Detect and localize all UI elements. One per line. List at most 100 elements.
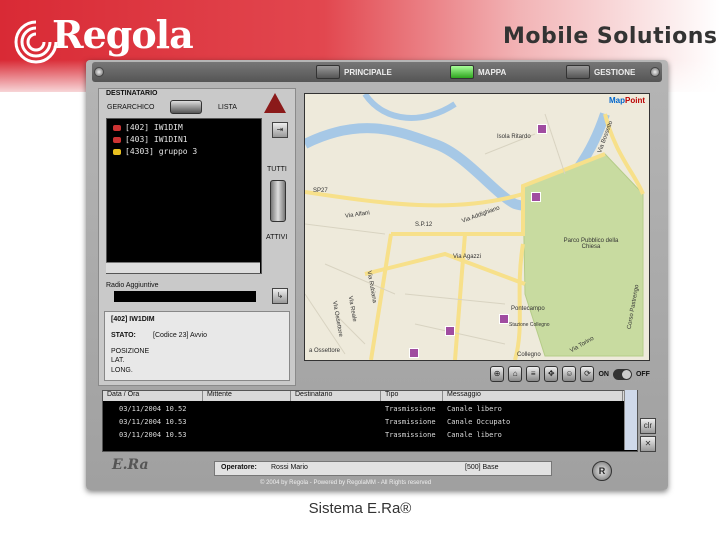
column-header[interactable]: Tipo bbox=[381, 391, 443, 401]
recipient-tree[interactable]: [402] IW1DIM [403] IW1DIN1 [4303] gruppo… bbox=[106, 118, 262, 274]
caption: Sistema E.Ra® bbox=[308, 500, 412, 517]
group-icon bbox=[113, 148, 121, 155]
position-label: POSIZIONE bbox=[111, 348, 150, 355]
table-cell: 03/11/2004 10.53 bbox=[119, 431, 187, 439]
toggle-label-list: LISTA bbox=[218, 104, 237, 111]
tab-gestione-label: GESTIONE bbox=[594, 67, 636, 77]
map-label: SP27 bbox=[313, 188, 328, 194]
table-cell: Trasmissione bbox=[385, 431, 436, 439]
tab-gestione[interactable]: GESTIONE bbox=[566, 64, 635, 80]
table-row[interactable]: 03/11/2004 10.52 Trasmissione Canale lib… bbox=[103, 405, 637, 417]
table-cell bbox=[203, 405, 291, 417]
column-header[interactable]: Messaggio bbox=[443, 391, 623, 401]
radio-label: Radio Aggiuntive bbox=[106, 282, 159, 289]
status-bar: Operatore: Rossi Mario [500] Base bbox=[214, 461, 552, 476]
column-header[interactable]: Destinatario bbox=[291, 391, 381, 401]
tab-led-icon bbox=[566, 65, 590, 79]
filter-active-label: ATTIVI bbox=[266, 234, 288, 241]
close-icon[interactable]: ✕ bbox=[640, 436, 656, 452]
messages-scrollbar[interactable] bbox=[624, 390, 637, 450]
pan-icon[interactable]: ✥ bbox=[544, 366, 559, 382]
tree-item-label: [403] IW1DIN1 bbox=[125, 135, 188, 144]
poi-icon bbox=[531, 192, 541, 202]
table-cell: Trasmissione bbox=[385, 418, 436, 426]
canal bbox=[362, 94, 457, 121]
map-label: Pontecampo bbox=[511, 306, 545, 312]
map-view[interactable]: MapPoint Isola Ritardo Via Bossetto SP27… bbox=[304, 93, 650, 361]
radio-unit-icon bbox=[113, 124, 121, 131]
lat-label: LAT. bbox=[111, 357, 125, 364]
table-cell bbox=[291, 418, 381, 430]
map-brand-b: Point bbox=[625, 96, 645, 105]
poi-icon bbox=[537, 124, 547, 134]
table-cell bbox=[203, 431, 291, 443]
alarm-triangle-icon[interactable] bbox=[264, 93, 286, 113]
toggle-label-hierarchical: GERARCHICO bbox=[107, 104, 155, 111]
radio-add-button[interactable]: ↳ bbox=[272, 288, 288, 304]
table-cell: Canale libero bbox=[447, 431, 502, 439]
operator-label: Operatore: bbox=[221, 464, 257, 471]
tree-item[interactable]: [403] IW1DIN1 bbox=[113, 135, 188, 144]
map-label: Isola Ritardo bbox=[497, 134, 531, 140]
tree-item-label: [402] IW1DIM bbox=[125, 123, 183, 132]
filter-slider[interactable] bbox=[270, 180, 286, 222]
radio-field[interactable] bbox=[114, 291, 256, 302]
map-controls: ⊕ ⌂ ≡ ✥ ☺ ⟳ ON OFF bbox=[490, 366, 650, 382]
map-label: Parco Pubblico della Chiesa bbox=[563, 238, 619, 250]
table-cell: Canale libero bbox=[447, 405, 502, 413]
table-row[interactable]: 03/11/2004 10.53 Trasmissione Canale lib… bbox=[103, 431, 637, 443]
table-cell: Trasmissione bbox=[385, 405, 436, 413]
zoom-in-icon[interactable]: ⊕ bbox=[490, 366, 505, 382]
poi-icon bbox=[499, 314, 509, 324]
filter-all-label: TUTTI bbox=[267, 166, 287, 173]
table-row[interactable]: 03/11/2004 10.53 Trasmissione Canale Occ… bbox=[103, 418, 637, 430]
status-label: STATO: bbox=[111, 332, 136, 339]
base-label: [500] Base bbox=[465, 464, 499, 471]
status-value: [Codice 23] Avvio bbox=[153, 332, 207, 339]
tagline: Mobile Solutions bbox=[503, 24, 718, 49]
tree-item[interactable]: [402] IW1DIM bbox=[113, 123, 183, 132]
table-cell: 03/11/2004 10.52 bbox=[119, 405, 187, 413]
table-cell bbox=[291, 405, 381, 417]
radio-unit-icon bbox=[113, 136, 121, 143]
map-label: S.P.12 bbox=[415, 222, 433, 228]
copyright: © 2004 by Regola - Powered by RegolaMM -… bbox=[260, 480, 432, 486]
tab-mappa[interactable]: MAPPA bbox=[450, 64, 506, 80]
column-header[interactable]: Data / Ora bbox=[103, 391, 203, 401]
map-brand: MapPoint bbox=[609, 96, 645, 105]
unit-title: [402] IW1DIM bbox=[111, 316, 155, 323]
screw-icon bbox=[94, 67, 104, 77]
column-header[interactable]: Mittente bbox=[203, 391, 291, 401]
unit-info-box: [402] IW1DIM STATO: [Codice 23] Avvio PO… bbox=[104, 311, 290, 381]
tab-led-icon bbox=[316, 65, 340, 79]
table-header: Data / Ora Mittente Destinatario Tipo Me… bbox=[103, 391, 637, 401]
map-off-label: OFF bbox=[635, 370, 650, 378]
tab-mappa-label: MAPPA bbox=[478, 67, 507, 77]
table-cell: 03/11/2004 10.53 bbox=[119, 418, 187, 426]
layers-icon[interactable]: ≡ bbox=[526, 366, 541, 382]
brand-logo: Regola bbox=[52, 12, 194, 57]
tab-principale-label: PRINCIPALE bbox=[344, 67, 392, 77]
expand-button[interactable]: ⇥ bbox=[272, 122, 288, 138]
clear-button[interactable]: clr bbox=[640, 418, 656, 434]
recipient-title: DESTINATARIO bbox=[106, 90, 158, 97]
map-label: a Ossettore bbox=[309, 348, 341, 354]
poi-icon bbox=[409, 348, 419, 358]
person-icon[interactable]: ☺ bbox=[562, 366, 577, 382]
table-cell bbox=[291, 431, 381, 443]
tree-item-label: [4303] gruppo 3 bbox=[125, 147, 198, 156]
map-label: Collegno bbox=[517, 352, 541, 358]
tree-item[interactable]: [4303] gruppo 3 bbox=[113, 147, 197, 156]
refresh-icon[interactable]: ⟳ bbox=[580, 366, 595, 382]
view-toggle-switch[interactable] bbox=[170, 100, 202, 114]
map-onoff-switch[interactable] bbox=[612, 368, 632, 380]
map-label: Stazione Collegno bbox=[509, 322, 550, 328]
long-label: LONG. bbox=[111, 367, 133, 374]
operator-value: Rossi Mario bbox=[271, 464, 308, 471]
messages-table: Data / Ora Mittente Destinatario Tipo Me… bbox=[102, 390, 638, 452]
map-brand-a: Map bbox=[609, 96, 625, 105]
screw-icon bbox=[650, 67, 660, 77]
home-icon[interactable]: ⌂ bbox=[508, 366, 523, 382]
tab-principale[interactable]: PRINCIPALE bbox=[316, 64, 392, 80]
tree-horizontal-scrollbar[interactable] bbox=[106, 262, 260, 273]
